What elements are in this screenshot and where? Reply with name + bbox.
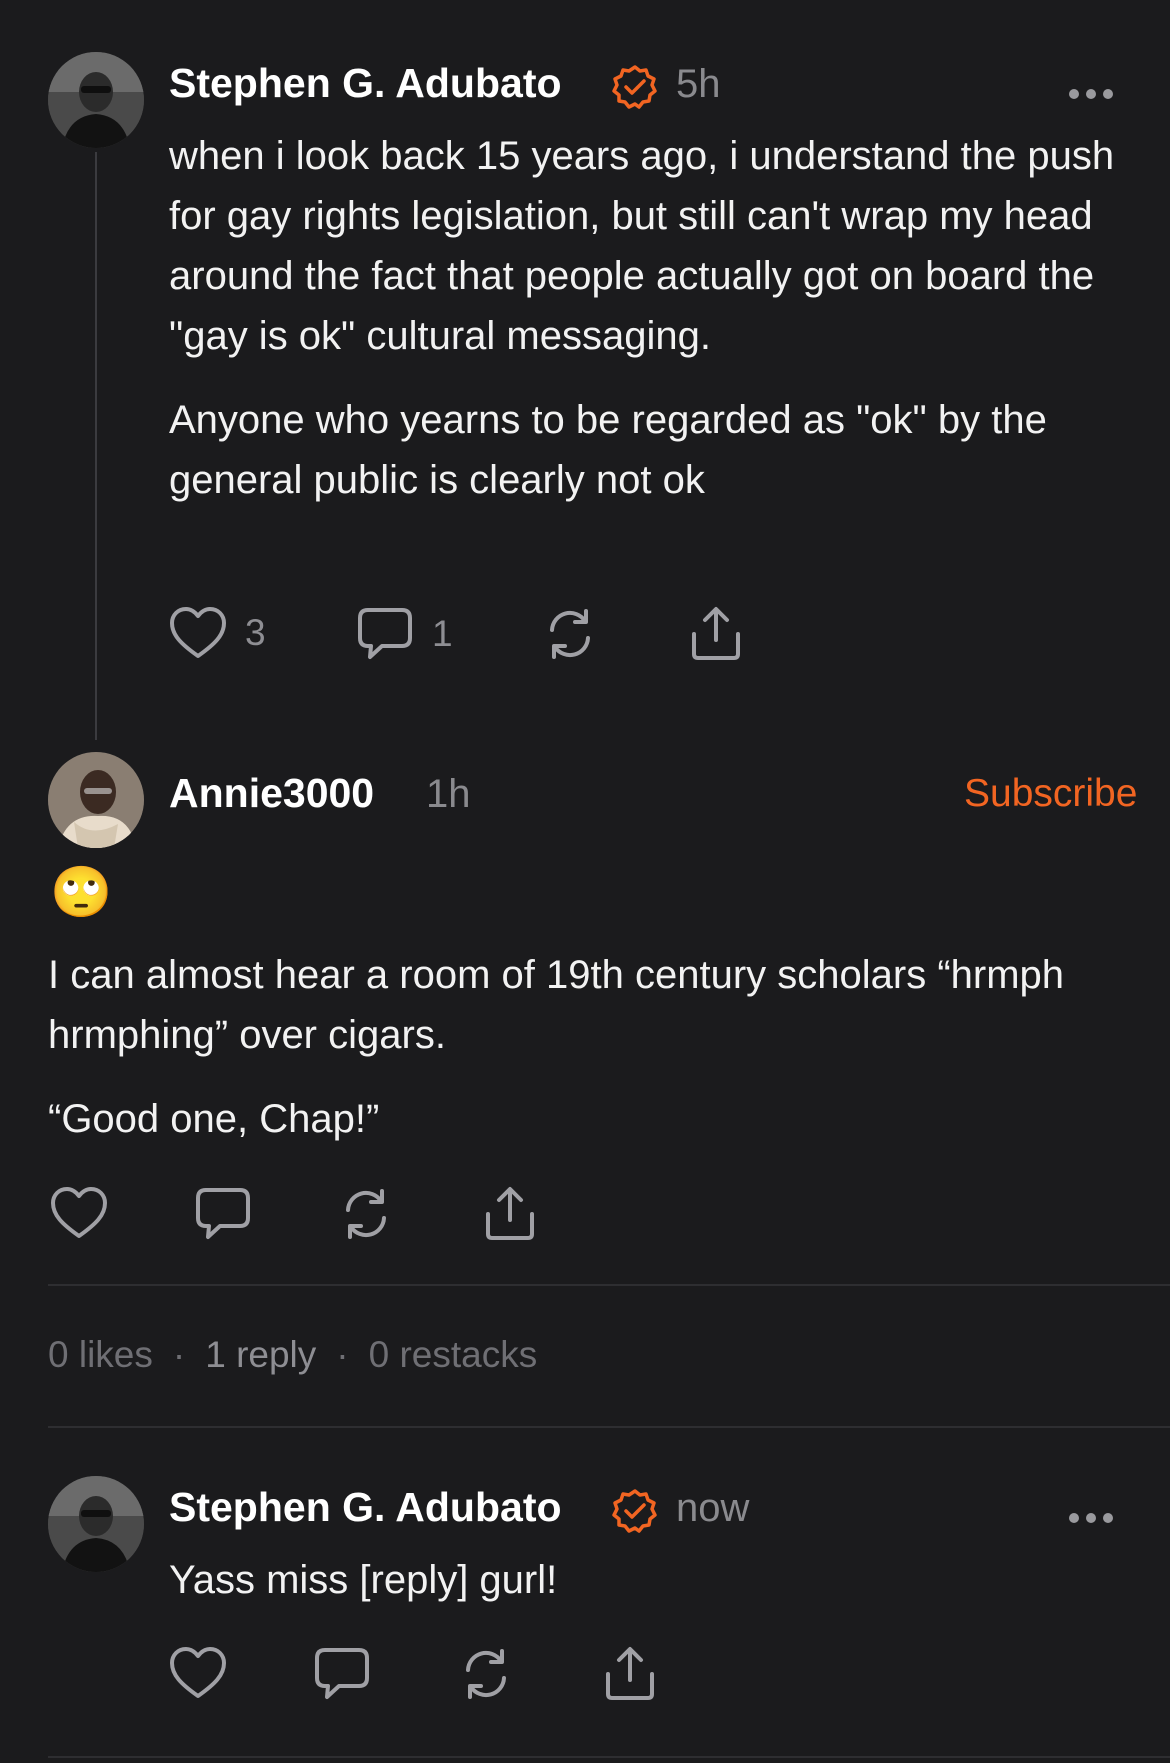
restack-button[interactable]	[458, 1646, 514, 1702]
author-name[interactable]: Annie3000	[169, 770, 374, 817]
engagement-stats: 0 likes · 1 reply · 0 restacks	[48, 1334, 537, 1376]
post-body: Yass miss [reply] gurl!	[169, 1558, 558, 1602]
post-body: I can almost hear a room of 19th century…	[48, 945, 1128, 1149]
post-time: now	[676, 1486, 750, 1530]
emoji: 🙄	[50, 864, 113, 920]
post-time: 1h	[426, 772, 471, 816]
more-icon[interactable]	[1068, 68, 1114, 108]
stat-separator: ·	[172, 1334, 186, 1375]
post-paragraph: Anyone who yearns to be regarded as "ok"…	[169, 398, 1047, 502]
like-count: 3	[245, 612, 266, 653]
divider	[48, 1426, 1170, 1428]
stat-separator: ·	[336, 1334, 349, 1375]
share-button[interactable]	[602, 1644, 658, 1702]
heart-icon	[169, 606, 227, 660]
like-button[interactable]: 3	[169, 606, 266, 660]
subscribe-button[interactable]: Subscribe	[964, 772, 1137, 816]
replies-stat[interactable]: 1 reply	[205, 1334, 316, 1375]
restack-icon	[338, 1186, 394, 1242]
like-button[interactable]	[50, 1186, 108, 1240]
post-paragraph: “Good one, Chap!”	[48, 1097, 380, 1141]
restack-button[interactable]	[338, 1186, 394, 1242]
restack-button[interactable]	[542, 606, 598, 662]
restack-icon	[458, 1646, 514, 1702]
comment-icon	[313, 1646, 371, 1702]
thread-line	[95, 152, 97, 740]
comment-count: 1	[432, 613, 453, 654]
heart-icon	[169, 1646, 227, 1700]
divider	[48, 1284, 1170, 1286]
share-icon	[602, 1644, 658, 1702]
author-name[interactable]: Stephen G. Adubato	[169, 60, 562, 107]
more-icon[interactable]	[1068, 1492, 1114, 1532]
author-name[interactable]: Stephen G. Adubato	[169, 1484, 562, 1531]
comment-icon	[356, 606, 414, 662]
post-time: 5h	[676, 62, 721, 106]
share-icon	[482, 1184, 538, 1242]
share-button[interactable]	[688, 604, 744, 662]
avatar[interactable]	[48, 1476, 144, 1572]
heart-icon	[50, 1186, 108, 1240]
likes-stat[interactable]: 0 likes	[48, 1334, 153, 1375]
verified-badge-icon	[612, 1488, 658, 1534]
comment-icon	[194, 1186, 252, 1242]
post-paragraph: I can almost hear a room of 19th century…	[48, 953, 1065, 1057]
verified-badge-icon	[612, 64, 658, 110]
like-button[interactable]	[169, 1646, 227, 1700]
share-icon	[688, 604, 744, 662]
post-body: when i look back 15 years ago, i underst…	[169, 126, 1129, 510]
share-button[interactable]	[482, 1184, 538, 1242]
restack-icon	[542, 606, 598, 662]
comment-button[interactable]: 1	[356, 606, 453, 662]
avatar[interactable]	[48, 52, 144, 148]
divider	[48, 1756, 1170, 1758]
post-paragraph: when i look back 15 years ago, i underst…	[169, 134, 1115, 358]
comment-button[interactable]	[313, 1646, 371, 1702]
avatar[interactable]	[48, 752, 144, 848]
restacks-stat[interactable]: 0 restacks	[369, 1334, 538, 1375]
comment-button[interactable]	[194, 1186, 252, 1242]
